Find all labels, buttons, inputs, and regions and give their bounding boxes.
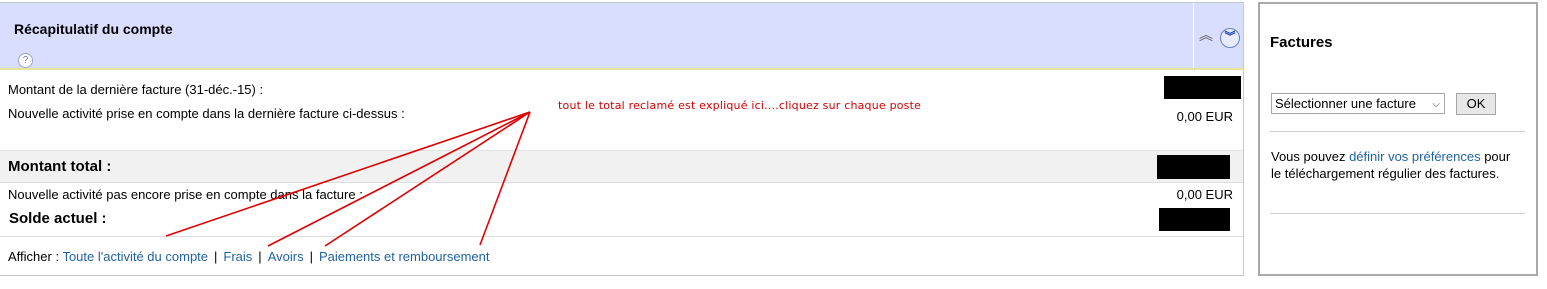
filter-link-credits[interactable]: Avoirs [268,249,304,264]
filter-separator: | [258,249,262,264]
invoice-select-value: Sélectionner une facture [1275,96,1416,111]
divider [1270,213,1525,214]
double-chevron-down-icon[interactable]: ︾ [1220,28,1240,48]
filter-link-fees[interactable]: Frais [223,249,252,264]
filter-link-payments[interactable]: Paiements et remboursement [319,249,490,264]
new-activity-amount: 0,00 EUR [1176,109,1233,124]
divider [1270,131,1525,132]
panel-header: Récapitulatif du compte ? ︽ ︾ [0,3,1243,70]
invoices-panel: Factures Sélectionner une facture ⌵ OK V… [1258,2,1538,276]
pending-activity-label: Nouvelle activité pas encore prise en co… [8,187,363,202]
annotation-text: tout le total reclamé est expliqué ici..… [558,99,922,112]
double-chevron-up-icon[interactable]: ︽ [1199,28,1213,43]
ok-button[interactable]: OK [1456,93,1496,115]
info-prefix: Vous pouvez [1271,149,1350,164]
last-invoice-label: Montant de la dernière facture (31-déc.-… [8,82,264,97]
pending-activity-amount: 0,00 EUR [1176,187,1233,202]
invoice-select[interactable]: Sélectionner une facture ⌵ [1271,93,1445,114]
filter-prefix: Afficher : [8,249,60,264]
page-title: Récapitulatif du compte [14,21,173,37]
redacted-balance [1159,208,1230,231]
total-row: Montant total : [0,150,1243,183]
header-divider [1193,3,1194,68]
new-activity-label: Nouvelle activité prise en compte dans l… [8,106,405,121]
activity-filter-bar: Afficher : Toute l'activité du compte | Fr… [8,249,490,264]
redacted-total [1157,155,1230,179]
filter-separator: | [214,249,218,264]
chevron-down-icon: ⌵ [1432,99,1440,110]
filter-separator: | [309,249,313,264]
account-summary-panel: Récapitulatif du compte ? ︽ ︾ Montant de… [0,2,1244,276]
redacted-amount [1164,76,1241,99]
preferences-info: Vous pouvez définir vos préférences pour… [1271,148,1521,182]
divider [0,236,1243,237]
help-icon[interactable]: ? [18,53,33,68]
preferences-link[interactable]: définir vos préférences [1349,149,1481,164]
total-label: Montant total : [8,158,112,175]
invoices-title: Factures [1270,34,1333,51]
filter-link-all-activity[interactable]: Toute l'activité du compte [62,249,208,264]
current-balance-label: Solde actuel : [9,210,107,227]
